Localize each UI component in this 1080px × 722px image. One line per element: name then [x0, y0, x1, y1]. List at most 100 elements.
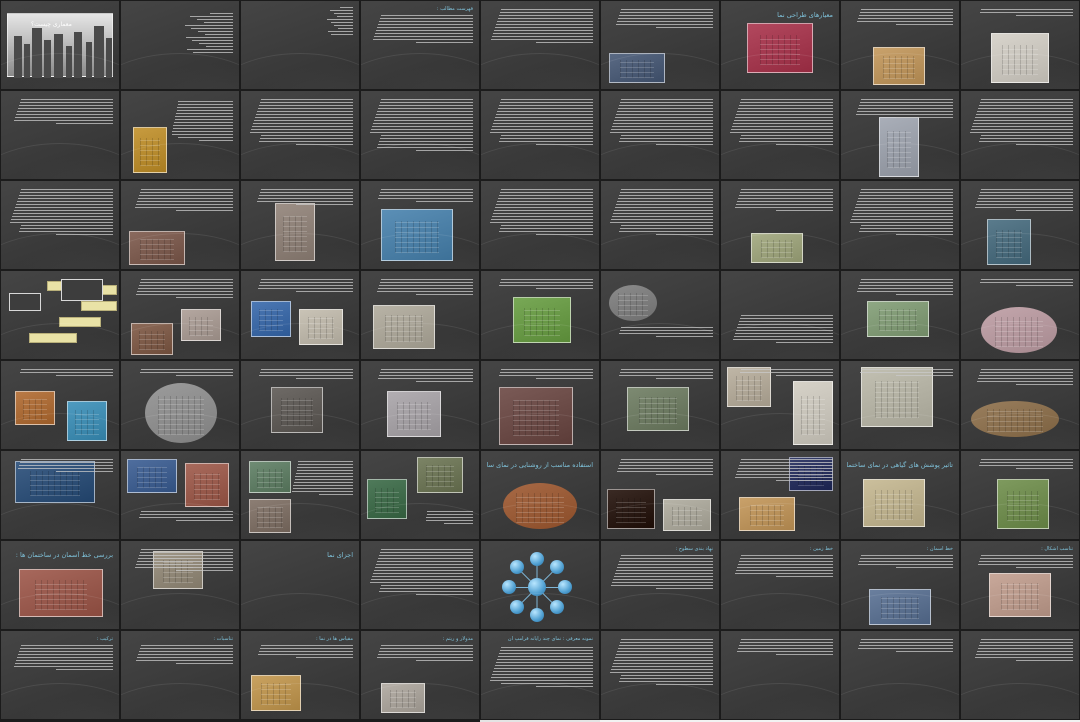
slide-thumbnail[interactable]: [360, 360, 480, 450]
slide-thumbnail[interactable]: [120, 270, 240, 360]
slide-thumbnail[interactable]: [600, 90, 720, 180]
slide-thumbnail[interactable]: [0, 360, 120, 450]
slide-thumbnail[interactable]: [840, 360, 960, 450]
slide-thumbnail[interactable]: مدولار و ریتم :: [360, 630, 480, 720]
slide-thumbnail[interactable]: [120, 540, 240, 630]
slide-thumbnail[interactable]: [240, 360, 360, 450]
slide-thumbnail[interactable]: [960, 270, 1080, 360]
text-line: [860, 102, 953, 103]
slide-thumbnail[interactable]: [120, 360, 240, 450]
text-line: [859, 645, 953, 646]
skyline-building: [32, 28, 42, 78]
slide-thumbnail[interactable]: [960, 90, 1080, 180]
slide-thumbnail[interactable]: [720, 90, 840, 180]
slide-thumbnail[interactable]: ترکیب :: [0, 630, 120, 720]
slide-thumbnail[interactable]: [600, 360, 720, 450]
slide-thumbnail[interactable]: [480, 270, 600, 360]
text-line: [981, 369, 1073, 370]
slide-thumbnail[interactable]: استفاده مناسب از روشنایی در نمای ساختمان…: [480, 450, 600, 540]
text-line: [17, 657, 113, 658]
slide-thumbnail[interactable]: [480, 360, 600, 450]
slide-thumbnail[interactable]: [960, 180, 1080, 270]
text-line: [330, 22, 353, 23]
slide-thumbnail[interactable]: فهرست مطالب :: [360, 0, 480, 90]
text-line: [499, 141, 593, 142]
slide-thumbnail[interactable]: [240, 450, 360, 540]
slide-thumbnail[interactable]: [600, 0, 720, 90]
text-line: [256, 114, 353, 115]
text-line: [619, 141, 713, 142]
slide-thumbnail[interactable]: خط زمین :: [720, 540, 840, 630]
skyline-building: [44, 40, 51, 78]
slide-thumbnail[interactable]: [720, 360, 840, 450]
slide-thumbnail[interactable]: [0, 90, 120, 180]
slide-thumbnail[interactable]: مقیاس ها در نما :: [240, 630, 360, 720]
slide-thumbnail[interactable]: [0, 450, 120, 540]
slide-thumbnail[interactable]: معماری چیست؟: [0, 0, 120, 90]
slide-thumbnail[interactable]: [840, 270, 960, 360]
text-line: [197, 19, 233, 20]
slide-thumbnail[interactable]: [120, 180, 240, 270]
slide-thumbnail[interactable]: تاثیر پوشش های گیاهی در نمای ساختمانها :: [840, 450, 960, 540]
slide-thumbnail[interactable]: [960, 450, 1080, 540]
slide-thumbnail[interactable]: بررسی خط آسمان در ساختمان ها :: [0, 540, 120, 630]
slide-thumbnail[interactable]: [600, 630, 720, 720]
text-line: [372, 576, 473, 577]
text-line: [619, 465, 713, 466]
text-line: [15, 663, 113, 664]
slide-thumbnail[interactable]: [480, 90, 600, 180]
slide-thumbnail[interactable]: معیارهای طراحی نما: [720, 0, 840, 90]
slide-thumbnail[interactable]: [360, 90, 480, 180]
slide-thumbnail[interactable]: [840, 180, 960, 270]
text-line: [376, 30, 473, 31]
slide-thumbnail[interactable]: [480, 180, 600, 270]
slide-thumbnail[interactable]: [840, 630, 960, 720]
slide-body-text: [609, 327, 713, 337]
slide-thumbnail[interactable]: [240, 180, 360, 270]
slide-thumbnail[interactable]: [840, 90, 960, 180]
skyline-building: [14, 36, 22, 78]
slide-thumbnail[interactable]: [120, 90, 240, 180]
text-line: [621, 327, 713, 328]
slide-thumbnail[interactable]: [960, 0, 1080, 90]
slide-thumbnail[interactable]: اجزای نما: [240, 540, 360, 630]
slide-thumbnail[interactable]: [360, 270, 480, 360]
slide-thumbnail[interactable]: [480, 0, 600, 90]
slide-thumbnail[interactable]: [360, 180, 480, 270]
slide-title: بررسی خط آسمان در ساختمان ها :: [15, 551, 113, 559]
slide-thumbnail[interactable]: نهاد بندی سطوح :: [600, 540, 720, 630]
slide-thumbnail[interactable]: [960, 630, 1080, 720]
slide-thumbnail[interactable]: تناسب اشکال :: [960, 540, 1080, 630]
slide-thumbnail[interactable]: [840, 0, 960, 90]
slide-thumbnail[interactable]: [0, 180, 120, 270]
slide-thumbnail[interactable]: [0, 270, 120, 360]
slide-thumbnail[interactable]: خط آسمان :: [840, 540, 960, 630]
slide-thumbnail[interactable]: [480, 540, 600, 630]
slide-thumbnail[interactable]: [360, 540, 480, 630]
slide-thumbnail[interactable]: [600, 450, 720, 540]
slide-thumbnail[interactable]: [720, 180, 840, 270]
slide-thumbnail[interactable]: [360, 450, 480, 540]
slide-thumbnail[interactable]: [240, 270, 360, 360]
slide-thumbnail[interactable]: [120, 450, 240, 540]
slide-thumbnail[interactable]: [240, 90, 360, 180]
slide-thumbnail[interactable]: [720, 270, 840, 360]
slide-thumbnail[interactable]: [600, 180, 720, 270]
text-line: [620, 12, 713, 13]
slide-thumbnail[interactable]: [240, 0, 360, 90]
photo-detail: [139, 330, 165, 350]
text-line: [610, 672, 713, 673]
slide-body-text: [249, 279, 353, 292]
slide-thumbnail[interactable]: [960, 360, 1080, 450]
slide-thumbnail[interactable]: [600, 270, 720, 360]
slide-thumbnail[interactable]: تناسبات :: [120, 630, 240, 720]
slide-thumbnail[interactable]: نمونه معرفی : نمای چند رایانه فرامپ آن: [480, 630, 600, 720]
slide-thumbnail[interactable]: [720, 450, 840, 540]
text-line: [612, 582, 713, 583]
text-line: [176, 110, 233, 111]
text-line: [138, 288, 233, 289]
text-line: [209, 13, 233, 14]
slide-thumbnail[interactable]: [120, 0, 240, 90]
text-line: [739, 465, 833, 466]
slide-thumbnail[interactable]: [720, 630, 840, 720]
